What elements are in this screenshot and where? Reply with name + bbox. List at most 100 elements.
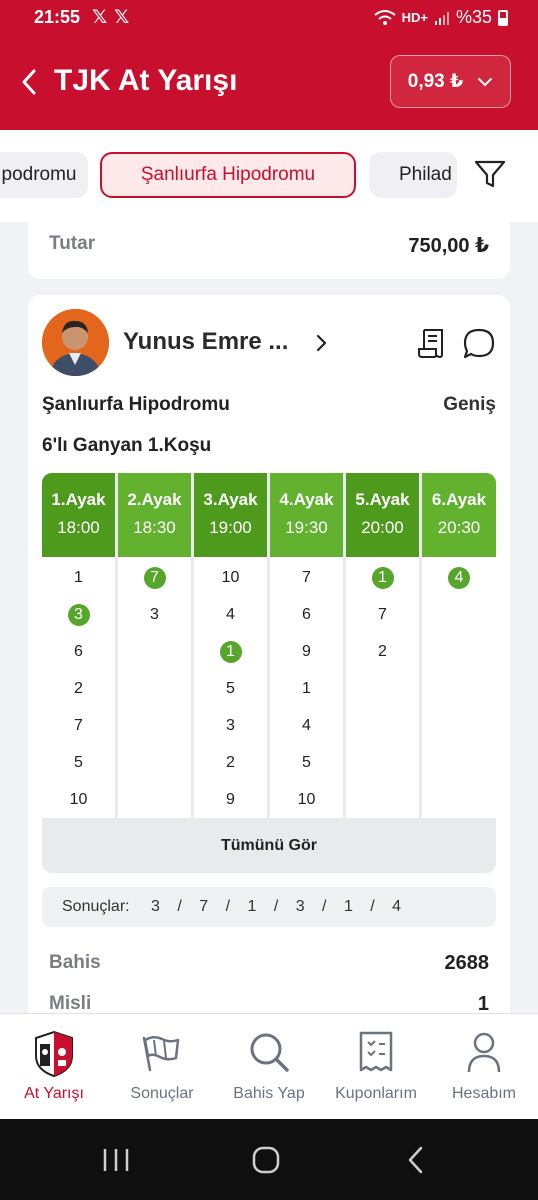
app-header: 21:55 𝕏 𝕏 HD+ %35 TJK At Yarışı 0,93 ₺ [0,0,538,130]
leg-pick-winner: 1 [194,641,267,663]
leg-pick: 7 [378,606,387,623]
leg-time: 18:00 [57,518,100,537]
leg-pick: 5 [226,680,235,697]
leg-header: 6.Ayak 20:30 [422,473,496,557]
leg-pick: 2 [226,754,235,771]
nav-label: Kuponlarım [335,1085,417,1102]
leg-pick: 5 [74,754,83,771]
winner-badge: 7 [143,567,166,589]
leg-name: 5.Ayak [355,490,410,509]
leg-pick: 9 [226,791,235,808]
x-notification-icon: 𝕏 [92,7,108,28]
avatar[interactable] [42,309,109,376]
nav-bahis-yap[interactable]: Bahis Yap [216,1014,322,1120]
results-label: Sonuçlar: [62,898,130,915]
document-icon[interactable] [416,327,448,359]
leg-column-5: 5.Ayak 20:00 1 7 2 [346,473,419,818]
leg-pick: 6 [74,643,83,660]
leg-pick: 7 [302,569,311,586]
avatar-image [42,309,109,376]
tjk-logo-icon [35,1030,73,1078]
leg-column-2: 2.Ayak 18:30 7 3 [118,473,191,818]
leg-pick: 10 [69,791,88,808]
leg-pick: 1 [74,569,83,586]
tab-hippodrome-previous[interactable]: podromu [0,152,88,198]
nav-label: Bahis Yap [233,1085,305,1102]
amount-label: Tutar [49,233,96,254]
leg-pick: 2 [74,680,83,697]
search-icon [250,1033,289,1072]
coupon-card-previous: Tutar 750,00 ₺ [28,205,510,279]
system-navigation-bar [0,1119,538,1200]
battery-icon [498,9,508,26]
bets-value: 2688 [444,952,490,974]
battery-percent: %35 [455,7,492,27]
leg-pick: 1 [302,680,311,697]
leg-time: 20:30 [437,518,481,537]
status-time: 21:55 [34,7,81,27]
coupon-card: Yunus Emre ... Şanlıurfa Hipodromu Geniş… [28,295,510,1055]
winner-badge: 1 [371,567,394,589]
leg-pick: 3 [226,717,235,734]
see-all-button[interactable]: Tümünü Gör [42,818,496,873]
leg-pick-winner: 7 [118,567,191,589]
balance-dropdown[interactable]: 0,93 ₺ [390,55,511,108]
leg-header: 4.Ayak 19:30 [270,473,343,557]
leg-pick: 4 [226,606,235,623]
bottom-navigation: At Yarışı Sonuçlar Bahis Yap Kuponlarım … [0,1013,538,1119]
tab-hippodrome-philadelphia[interactable]: Philad [369,152,457,198]
winner-badge: 4 [448,567,470,589]
wifi-icon [373,9,396,25]
leg-pick: 7 [74,717,83,734]
nav-hesabim[interactable]: Hesabım [430,1014,538,1120]
leg-name: 1.Ayak [51,490,106,509]
leg-time: 18:30 [133,518,176,537]
nav-kuponlarim[interactable]: Kuponlarım [322,1014,430,1120]
leg-name: 2.Ayak [127,490,182,509]
coupon-type: Geniş [443,394,496,415]
leg-pick: 2 [378,643,387,660]
leg-time: 20:00 [361,518,404,537]
status-bar: 21:55 𝕏 𝕏 HD+ %35 [0,0,538,36]
leg-pick: 10 [297,791,316,808]
amount-value: 750,00 ₺ [408,235,489,257]
page-title: TJK At Yarışı [54,64,238,97]
back-icon[interactable] [406,1146,426,1174]
leg-header: 3.Ayak 19:00 [194,473,267,557]
leg-pick: 6 [302,606,311,623]
race-name: 6'lı Ganyan 1.Koşu [42,435,212,456]
leg-pick: 5 [302,754,311,771]
leg-column-4: 4.Ayak 19:30 7 6 9 1 4 5 10 [270,473,343,818]
chevron-down-icon [478,77,493,86]
nav-label: Sonuçlar [130,1085,194,1102]
legs-table: 1.Ayak 18:00 1 3 6 2 7 5 10 2.Ayak 18:30… [42,473,496,873]
results-values: 3 / 7 / 1 / 3 / 1 / 4 [151,898,402,915]
home-icon[interactable] [252,1146,280,1174]
nav-label: Hesabım [451,1085,517,1102]
leg-header: 2.Ayak 18:30 [118,473,191,557]
tab-hippodrome-sanliurfa[interactable]: Şanlıurfa Hipodromu [100,152,356,198]
multiplier-label: Misli [49,993,92,1014]
leg-pick: 3 [150,606,159,623]
nav-at-yarisi[interactable]: At Yarışı [0,1014,108,1120]
nav-label: At Yarışı [24,1085,84,1102]
user-icon [467,1032,501,1073]
x-notification-icon: 𝕏 [114,7,130,28]
flag-icon [142,1036,180,1072]
leg-time: 19:00 [209,518,252,537]
comment-icon[interactable] [462,327,496,361]
leg-header: 5.Ayak 20:00 [346,473,419,557]
chevron-right-icon[interactable] [312,332,330,354]
filter-icon[interactable] [472,156,508,192]
coupon-owner-name[interactable]: Yunus Emre ... [123,328,288,356]
nav-sonuclar[interactable]: Sonuçlar [108,1014,216,1120]
leg-pick-winner: 4 [422,567,496,589]
winner-badge: 3 [67,604,90,626]
leg-name: 6.Ayak [431,490,487,509]
network-type: HD+ [401,10,428,25]
leg-column-3: 3.Ayak 19:00 10 4 1 5 3 2 9 [194,473,267,818]
leg-column-6: 6.Ayak 20:30 4 [422,473,496,818]
back-arrow-icon[interactable] [18,66,40,98]
leg-pick-winner: 1 [346,567,419,589]
recent-apps-icon[interactable] [102,1147,130,1173]
